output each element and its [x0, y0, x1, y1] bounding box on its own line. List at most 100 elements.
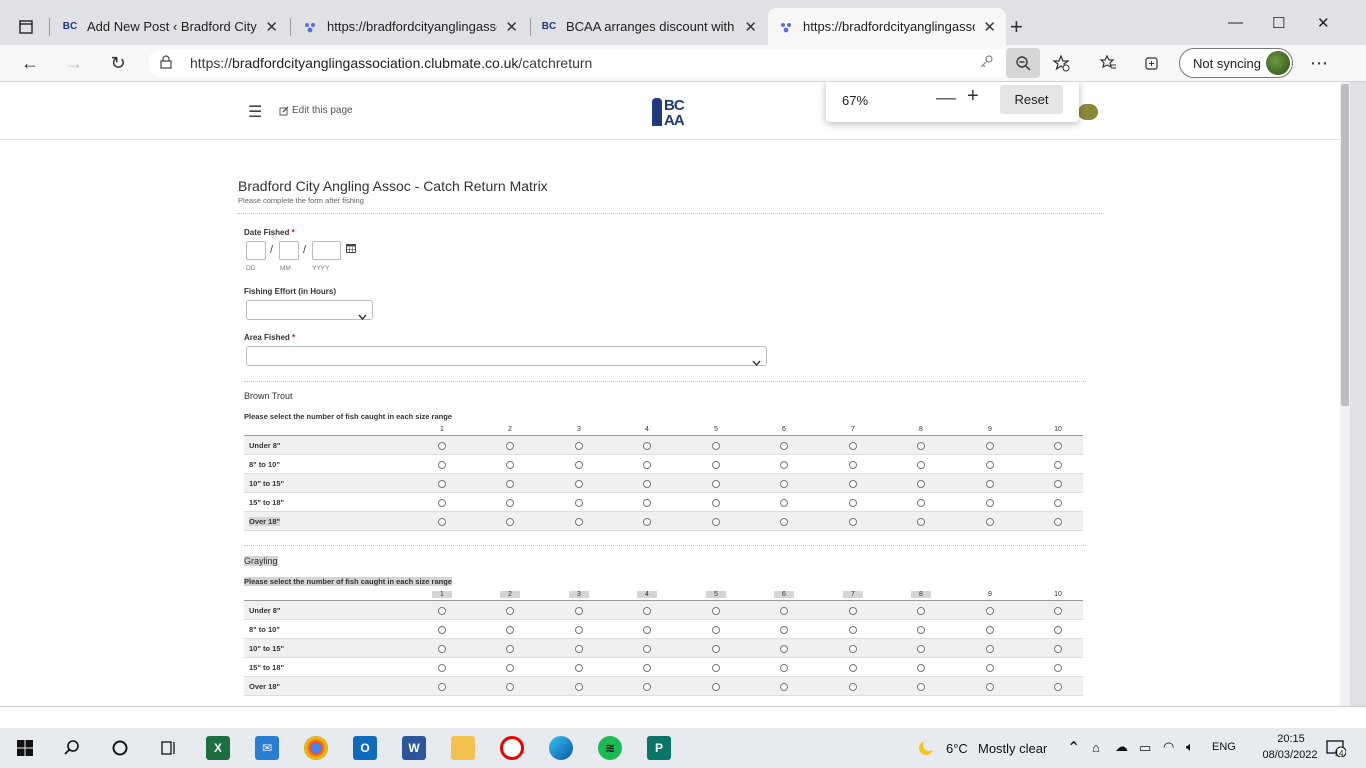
- count-radio[interactable]: [986, 645, 994, 653]
- calendar-icon[interactable]: [346, 240, 356, 253]
- count-radio[interactable]: [712, 664, 720, 672]
- count-radio[interactable]: [780, 442, 788, 450]
- zoom-decrease-button[interactable]: —: [936, 87, 956, 110]
- count-radio[interactable]: [575, 645, 583, 653]
- mail-icon[interactable]: ✉: [255, 736, 279, 760]
- count-radio[interactable]: [506, 645, 514, 653]
- count-radio[interactable]: [575, 683, 583, 691]
- favorites-icon[interactable]: [1096, 52, 1120, 74]
- count-radio[interactable]: [1054, 607, 1062, 615]
- count-radio[interactable]: [849, 683, 857, 691]
- count-radio[interactable]: [780, 499, 788, 507]
- count-radio[interactable]: [849, 499, 857, 507]
- count-radio[interactable]: [780, 518, 788, 526]
- close-tab-icon[interactable]: ✕: [505, 18, 518, 36]
- count-radio[interactable]: [643, 626, 651, 634]
- count-radio[interactable]: [986, 499, 994, 507]
- count-radio[interactable]: [986, 442, 994, 450]
- file-explorer-icon[interactable]: [451, 736, 475, 760]
- tab-clubmate-active[interactable]: https://bradfordcityanglingassociation ✕: [768, 8, 1006, 45]
- date-year-input[interactable]: [312, 241, 341, 260]
- count-radio[interactable]: [917, 518, 925, 526]
- opera-icon[interactable]: [500, 736, 524, 760]
- count-radio[interactable]: [849, 607, 857, 615]
- menu-icon[interactable]: ☰: [248, 102, 262, 122]
- count-radio[interactable]: [1054, 442, 1062, 450]
- cortana-icon[interactable]: [108, 736, 132, 760]
- new-tab-icon[interactable]: +: [1010, 14, 1023, 40]
- date-month-input[interactable]: [279, 241, 299, 260]
- count-radio[interactable]: [438, 461, 446, 469]
- count-radio[interactable]: [917, 626, 925, 634]
- count-radio[interactable]: [917, 607, 925, 615]
- url-text[interactable]: https://bradfordcityanglingassociation.c…: [190, 55, 592, 71]
- count-radio[interactable]: [712, 645, 720, 653]
- count-radio[interactable]: [986, 607, 994, 615]
- publisher-icon[interactable]: P: [647, 736, 671, 760]
- count-radio[interactable]: [643, 480, 651, 488]
- zoom-reset-button[interactable]: Reset: [1000, 85, 1063, 114]
- count-radio[interactable]: [712, 683, 720, 691]
- count-radio[interactable]: [986, 461, 994, 469]
- count-radio[interactable]: [506, 461, 514, 469]
- count-radio[interactable]: [917, 480, 925, 488]
- count-radio[interactable]: [780, 683, 788, 691]
- count-radio[interactable]: [712, 626, 720, 634]
- count-radio[interactable]: [438, 442, 446, 450]
- count-radio[interactable]: [438, 664, 446, 672]
- edge-icon[interactable]: [549, 736, 573, 760]
- fishing-effort-select[interactable]: [246, 300, 373, 321]
- count-radio[interactable]: [712, 480, 720, 488]
- count-radio[interactable]: [849, 442, 857, 450]
- edit-page-link[interactable]: Edit this page: [279, 105, 353, 116]
- profile-sync-button[interactable]: Not syncing: [1179, 48, 1293, 78]
- tab-clubmate-1[interactable]: https://bradfordcityanglingassociation ✕: [292, 8, 528, 45]
- maximize-icon[interactable]: ☐: [1272, 14, 1285, 32]
- count-radio[interactable]: [438, 518, 446, 526]
- count-radio[interactable]: [1054, 480, 1062, 488]
- tab-add-new-post[interactable]: BC Add New Post ‹ Bradford City Angling …: [52, 8, 288, 45]
- count-radio[interactable]: [849, 626, 857, 634]
- forward-icon[interactable]: →: [62, 52, 86, 74]
- minimize-icon[interactable]: —: [1228, 14, 1243, 31]
- count-radio[interactable]: [712, 518, 720, 526]
- count-radio[interactable]: [917, 499, 925, 507]
- count-radio[interactable]: [575, 442, 583, 450]
- count-radio[interactable]: [917, 442, 925, 450]
- count-radio[interactable]: [849, 518, 857, 526]
- collections-icon[interactable]: [1140, 52, 1164, 74]
- spotify-icon[interactable]: ≋: [598, 736, 622, 760]
- volume-icon[interactable]: 🔈︎: [1186, 739, 1194, 755]
- count-radio[interactable]: [506, 518, 514, 526]
- count-radio[interactable]: [643, 518, 651, 526]
- count-radio[interactable]: [1054, 664, 1062, 672]
- close-tab-icon[interactable]: ✕: [744, 18, 757, 36]
- count-radio[interactable]: [780, 664, 788, 672]
- lock-icon[interactable]: [160, 55, 172, 74]
- count-radio[interactable]: [712, 607, 720, 615]
- count-radio[interactable]: [1054, 499, 1062, 507]
- count-radio[interactable]: [986, 518, 994, 526]
- refresh-icon[interactable]: ↻: [106, 52, 130, 74]
- scrollbar-thumb[interactable]: [1341, 84, 1349, 406]
- count-radio[interactable]: [506, 480, 514, 488]
- count-radio[interactable]: [643, 645, 651, 653]
- count-radio[interactable]: [643, 683, 651, 691]
- count-radio[interactable]: [575, 480, 583, 488]
- count-radio[interactable]: [506, 499, 514, 507]
- count-radio[interactable]: [643, 442, 651, 450]
- windows-start-icon[interactable]: [13, 736, 37, 760]
- count-radio[interactable]: [1054, 626, 1062, 634]
- count-radio[interactable]: [438, 607, 446, 615]
- count-radio[interactable]: [506, 607, 514, 615]
- count-radio[interactable]: [575, 461, 583, 469]
- zoom-increase-button[interactable]: +: [967, 85, 979, 108]
- count-radio[interactable]: [575, 664, 583, 672]
- count-radio[interactable]: [780, 461, 788, 469]
- add-favorite-icon[interactable]: [1049, 52, 1073, 74]
- clock-time[interactable]: 20:15: [1256, 733, 1326, 745]
- count-radio[interactable]: [1054, 518, 1062, 526]
- count-radio[interactable]: [712, 499, 720, 507]
- count-radio[interactable]: [780, 607, 788, 615]
- count-radio[interactable]: [1054, 645, 1062, 653]
